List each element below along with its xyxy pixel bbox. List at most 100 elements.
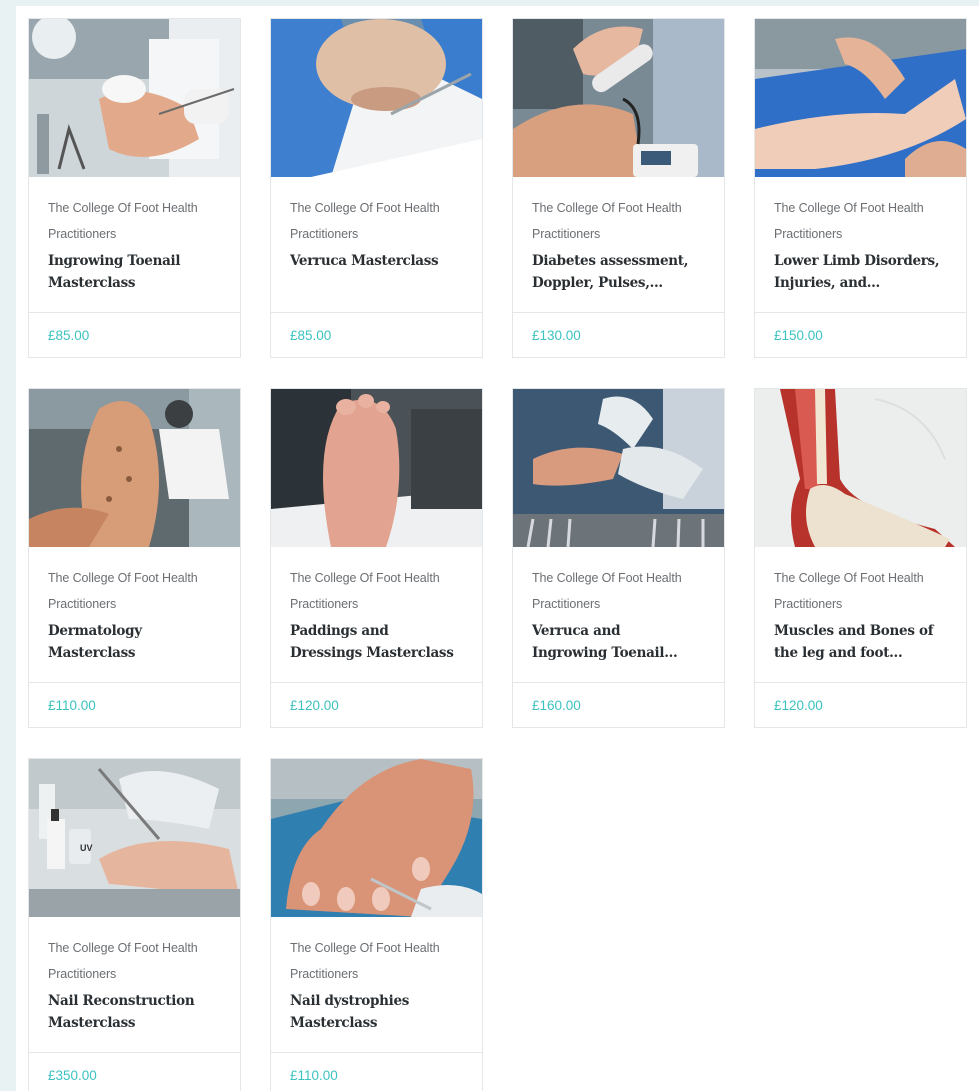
vendor-line: Practitioners [48,967,117,981]
product-listing-panel: The College Of Foot Health Practitioners… [16,6,979,1091]
vendor-line: The College Of Foot Health [290,201,440,215]
vendor-line: Practitioners [48,597,117,611]
product-card-diabetes-assessment[interactable]: The College Of Foot Health Practitioners… [512,18,725,358]
product-title[interactable]: Verruca and Ingrowing Toenail... [532,620,705,664]
product-price: £85.00 [48,327,90,343]
product-info: The College Of Foot Health Practitioners… [271,917,482,1053]
product-vendor: The College Of Foot Health Practitioners [532,565,705,617]
product-vendor: The College Of Foot Health Practitioners [774,195,947,247]
vendor-line: The College Of Foot Health [774,201,924,215]
product-price: £110.00 [48,697,96,713]
product-title[interactable]: Dermatology Masterclass [48,620,221,664]
product-info: The College Of Foot Health Practitioners… [29,547,240,683]
product-image[interactable] [29,19,240,177]
vendor-line: The College Of Foot Health [774,571,924,585]
vendor-line: Practitioners [532,227,601,241]
product-vendor: The College Of Foot Health Practitioners [48,195,221,247]
vendor-line: The College Of Foot Health [48,941,198,955]
product-image[interactable]: UV [29,759,240,917]
title-line: Masterclass [48,1015,136,1031]
product-price-row: £150.00 [755,313,966,357]
product-image[interactable] [29,389,240,547]
vendor-line: The College Of Foot Health [532,201,682,215]
product-image[interactable] [271,389,482,547]
title-line: Verruca and [532,623,621,639]
vendor-line: Practitioners [290,597,359,611]
title-line: Diabetes assessment, [532,253,689,269]
product-price: £120.00 [774,697,823,713]
product-title[interactable]: Paddings and Dressings Masterclass [290,620,463,664]
product-vendor: The College Of Foot Health Practitioners [290,935,463,987]
product-price: £85.00 [290,327,332,343]
product-title[interactable]: Muscles and Bones of the leg and foot... [774,620,947,664]
product-price-row: £120.00 [755,683,966,727]
product-price-row: £120.00 [271,683,482,727]
title-line: Ingrowing Toenail... [532,645,678,661]
title-line: Nail Reconstruction [48,993,195,1009]
product-info: The College Of Foot Health Practitioners… [29,917,240,1053]
title-line: Nail dystrophies [290,993,410,1009]
title-line: Doppler, Pulses,... [532,275,663,291]
product-card-muscles-bones[interactable]: The College Of Foot Health Practitioners… [754,388,967,728]
product-price-row: £85.00 [271,313,482,357]
vendor-line: The College Of Foot Health [532,571,682,585]
product-image[interactable] [271,19,482,177]
product-vendor: The College Of Foot Health Practitioners [290,195,463,247]
vendor-line: Practitioners [290,967,359,981]
vendor-line: Practitioners [532,597,601,611]
product-image[interactable] [755,19,966,177]
title-line: Muscles and Bones of [774,623,934,639]
product-price-row: £130.00 [513,313,724,357]
product-vendor: The College Of Foot Health Practitioners [532,195,705,247]
product-price: £160.00 [532,697,581,713]
product-price-row: £110.00 [29,683,240,727]
title-line: Masterclass [48,275,136,291]
title-line: Lower Limb Disorders, [774,253,940,269]
product-title[interactable]: Nail dystrophies Masterclass [290,990,463,1034]
title-line: Masterclass [290,1015,378,1031]
title-line: Masterclass [48,645,136,661]
product-price: £120.00 [290,697,339,713]
product-image[interactable] [513,19,724,177]
product-card-lower-limb-disorders[interactable]: The College Of Foot Health Practitioners… [754,18,967,358]
product-vendor: The College Of Foot Health Practitioners [774,565,947,617]
product-price-row: £85.00 [29,313,240,357]
vendor-line: The College Of Foot Health [290,941,440,955]
title-line: the leg and foot... [774,645,903,661]
product-info: The College Of Foot Health Practitioners… [29,177,240,313]
vendor-line: Practitioners [774,597,843,611]
product-card-ingrowing-toenail[interactable]: The College Of Foot Health Practitioners… [28,18,241,358]
product-image[interactable] [513,389,724,547]
product-vendor: The College Of Foot Health Practitioners [48,935,221,987]
vendor-line: Practitioners [48,227,117,241]
product-price: £130.00 [532,327,581,343]
product-price: £350.00 [48,1067,97,1083]
vendor-line: The College Of Foot Health [48,201,198,215]
product-card-nail-dystrophies[interactable]: The College Of Foot Health Practitioners… [270,758,483,1091]
product-price-row: £160.00 [513,683,724,727]
product-card-dermatology[interactable]: The College Of Foot Health Practitioners… [28,388,241,728]
product-title[interactable]: Nail Reconstruction Masterclass [48,990,221,1034]
product-card-paddings-dressings[interactable]: The College Of Foot Health Practitioners… [270,388,483,728]
product-card-verruca[interactable]: The College Of Foot Health Practitioners… [270,18,483,358]
title-line: Dermatology [48,623,142,639]
vendor-line: The College Of Foot Health [48,571,198,585]
vendor-line: Practitioners [774,227,843,241]
product-price-row: £110.00 [271,1053,482,1091]
uv-label: UV [80,843,93,853]
product-card-verruca-ingrowing-toenail[interactable]: The College Of Foot Health Practitioners… [512,388,725,728]
product-info: The College Of Foot Health Practitioners… [513,547,724,683]
title-line: Verruca Masterclass [290,253,439,269]
vendor-line: Practitioners [290,227,359,241]
title-line: Paddings and [290,623,389,639]
product-price: £110.00 [290,1067,338,1083]
product-title[interactable]: Lower Limb Disorders, Injuries, and... [774,250,947,294]
product-title[interactable]: Diabetes assessment, Doppler, Pulses,... [532,250,705,294]
product-vendor: The College Of Foot Health Practitioners [48,565,221,617]
product-card-nail-reconstruction[interactable]: UV The College Of Foot Health Practition… [28,758,241,1091]
product-image[interactable] [271,759,482,917]
product-title[interactable]: Ingrowing Toenail Masterclass [48,250,221,294]
product-price-row: £350.00 [29,1053,240,1091]
product-title[interactable]: Verruca Masterclass [290,250,463,272]
product-image[interactable] [755,389,966,547]
